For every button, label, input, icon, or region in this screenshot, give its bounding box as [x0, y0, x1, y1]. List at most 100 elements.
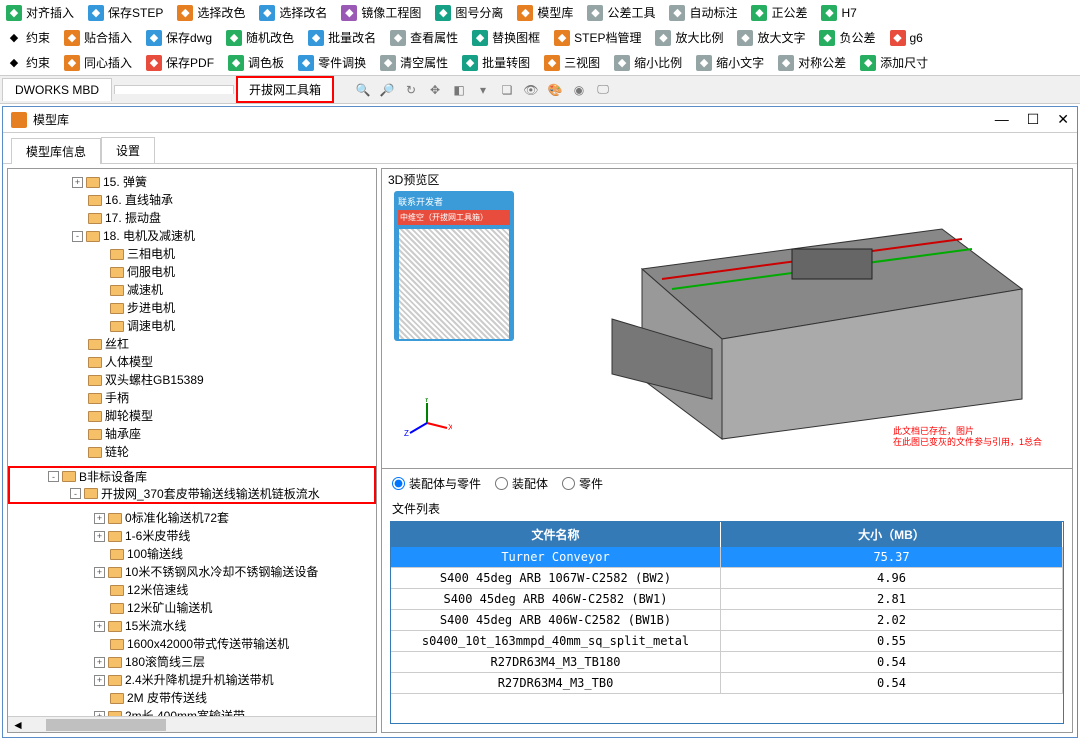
- tree-item[interactable]: 三相电机: [12, 245, 376, 263]
- ribbon-负公差[interactable]: ◆负公差: [813, 27, 881, 48]
- tab-blank[interactable]: [114, 85, 234, 94]
- tree-item[interactable]: 脚轮模型: [12, 407, 376, 425]
- ribbon-选择改色[interactable]: ◆选择改色: [171, 2, 251, 23]
- ribbon-替换图框[interactable]: ◆替换图框: [466, 27, 546, 48]
- expand-icon[interactable]: +: [94, 567, 105, 578]
- ribbon-镜像工程图[interactable]: ◆镜像工程图: [335, 2, 427, 23]
- tree-item[interactable]: 链轮: [12, 443, 376, 461]
- tab-mbd[interactable]: DWORKS MBD: [2, 78, 112, 101]
- radio-parts[interactable]: 零件: [562, 475, 603, 492]
- table-row[interactable]: R27DR63M4_M3_TB1800.54: [391, 652, 1063, 673]
- ribbon-放大比例[interactable]: ◆放大比例: [649, 27, 729, 48]
- ribbon-选择改名[interactable]: ◆选择改名: [253, 2, 333, 23]
- ribbon-三视图[interactable]: ◆三视图: [538, 52, 606, 73]
- ribbon-约束[interactable]: ◆约束: [0, 27, 56, 48]
- tree-item[interactable]: 1600x42000带式传送带输送机: [12, 635, 376, 653]
- tree-item[interactable]: 伺服电机: [12, 263, 376, 281]
- expand-icon[interactable]: +: [94, 531, 105, 542]
- maximize-button[interactable]: ☐: [1027, 111, 1040, 128]
- pan-icon[interactable]: ✥: [426, 81, 444, 99]
- tree-item[interactable]: +180滚筒线三层: [12, 653, 376, 671]
- table-row[interactable]: s0400_10t_163mmpd_40mm_sq_split_metal0.5…: [391, 631, 1063, 652]
- tree-item[interactable]: +10米不锈钢风水冷却不锈钢输送设备: [12, 563, 376, 581]
- expand-icon[interactable]: +: [94, 621, 105, 632]
- ribbon-约束[interactable]: ◆约束: [0, 52, 56, 73]
- ribbon-保存dwg[interactable]: ◆保存dwg: [140, 27, 218, 48]
- expand-icon[interactable]: +: [94, 513, 105, 524]
- ribbon-贴合插入[interactable]: ◆贴合插入: [58, 27, 138, 48]
- expand-icon[interactable]: +: [94, 675, 105, 686]
- tree-item[interactable]: 16. 直线轴承: [12, 191, 376, 209]
- tree-item[interactable]: +1-6米皮带线: [12, 527, 376, 545]
- tree-item[interactable]: 丝杠: [12, 335, 376, 353]
- tree-item[interactable]: 减速机: [12, 281, 376, 299]
- tree-item[interactable]: 17. 振动盘: [12, 209, 376, 227]
- cube-icon[interactable]: ❏: [498, 81, 516, 99]
- expand-icon[interactable]: +: [94, 657, 105, 668]
- tree-item[interactable]: 调速电机: [12, 317, 376, 335]
- collapse-icon[interactable]: -: [70, 488, 81, 499]
- ribbon-自动标注[interactable]: ◆自动标注: [663, 2, 743, 23]
- tree-item[interactable]: +15. 弹簧: [12, 173, 376, 191]
- ribbon-保存PDF[interactable]: ◆保存PDF: [140, 52, 220, 73]
- tree-item[interactable]: 人体模型: [12, 353, 376, 371]
- tree-item[interactable]: 双头螺柱GB15389: [12, 371, 376, 389]
- ribbon-批量转图[interactable]: ◆批量转图: [456, 52, 536, 73]
- minimize-button[interactable]: —: [995, 111, 1009, 128]
- ribbon-查看属性[interactable]: ◆查看属性: [384, 27, 464, 48]
- tab-settings[interactable]: 设置: [101, 137, 155, 163]
- axis-gizmo-icon[interactable]: X Y Z: [402, 398, 452, 448]
- ribbon-缩小文字[interactable]: ◆缩小文字: [690, 52, 770, 73]
- eye-icon[interactable]: 👁: [522, 81, 540, 99]
- ribbon-随机改色[interactable]: ◆随机改色: [220, 27, 300, 48]
- tree-item[interactable]: 12米倍速线: [12, 581, 376, 599]
- close-button[interactable]: ✕: [1057, 111, 1069, 128]
- ribbon-正公差[interactable]: ◆正公差: [745, 2, 813, 23]
- table-row[interactable]: S400 45deg ARB 1067W-C2582 (BW2)4.96: [391, 568, 1063, 589]
- rotate-icon[interactable]: ↻: [402, 81, 420, 99]
- ribbon-同心插入[interactable]: ◆同心插入: [58, 52, 138, 73]
- ribbon-g6[interactable]: ◆g6: [884, 27, 929, 48]
- expand-icon[interactable]: -: [72, 231, 83, 242]
- tree-panel[interactable]: +15. 弹簧16. 直线轴承17. 振动盘-18. 电机及减速机三相电机伺服电…: [7, 168, 377, 733]
- ribbon-对称公差[interactable]: ◆对称公差: [772, 52, 852, 73]
- ribbon-添加尺寸[interactable]: ◆添加尺寸: [854, 52, 934, 73]
- tree-item[interactable]: 100输送线: [12, 545, 376, 563]
- horizontal-scrollbar[interactable]: ◄: [8, 716, 376, 732]
- tree-category-b[interactable]: - B非标设备库: [10, 468, 374, 485]
- radio-assembly[interactable]: 装配体: [495, 475, 548, 492]
- table-row[interactable]: Turner Conveyor75.37: [391, 547, 1063, 568]
- table-row[interactable]: S400 45deg ARB 406W-C2582 (BW1B)2.02: [391, 610, 1063, 631]
- tree-item[interactable]: +15米流水线: [12, 617, 376, 635]
- model-3d-preview[interactable]: [592, 189, 1052, 449]
- expand-icon[interactable]: +: [72, 177, 83, 188]
- tree-item[interactable]: +0标准化输送机72套: [12, 509, 376, 527]
- ribbon-图号分离[interactable]: ◆图号分离: [429, 2, 509, 23]
- appearance-icon[interactable]: 🎨: [546, 81, 564, 99]
- scene-icon[interactable]: ◉: [570, 81, 588, 99]
- tree-item[interactable]: 2M 皮带传送线: [12, 689, 376, 707]
- tree-item[interactable]: 步进电机: [12, 299, 376, 317]
- zoom-fit-icon[interactable]: 🔍: [354, 81, 372, 99]
- ribbon-放大文字[interactable]: ◆放大文字: [731, 27, 811, 48]
- radio-assembly-parts[interactable]: 装配体与零件: [392, 475, 481, 492]
- screen-icon[interactable]: 🖵: [594, 81, 612, 99]
- ribbon-清空属性[interactable]: ◆清空属性: [374, 52, 454, 73]
- tree-selected-item[interactable]: - 开拔网_370套皮带输送线输送机链板流水: [10, 485, 374, 502]
- ribbon-保存STEP[interactable]: ◆保存STEP: [82, 2, 169, 23]
- tab-library-info[interactable]: 模型库信息: [11, 138, 101, 164]
- ribbon-对齐插入[interactable]: ◆对齐插入: [0, 2, 80, 23]
- tab-toolbox[interactable]: 开拔网工具箱: [236, 76, 334, 103]
- zoom-area-icon[interactable]: 🔎: [378, 81, 396, 99]
- tree-item[interactable]: 轴承座: [12, 425, 376, 443]
- table-row[interactable]: S400 45deg ARB 406W-C2582 (BW1)2.81: [391, 589, 1063, 610]
- ribbon-缩小比例[interactable]: ◆缩小比例: [608, 52, 688, 73]
- ribbon-STEP档管理[interactable]: ◆STEP档管理: [548, 27, 647, 48]
- tree-item[interactable]: +2.4米升降机提升机输送带机: [12, 671, 376, 689]
- ribbon-公差工具[interactable]: ◆公差工具: [581, 2, 661, 23]
- ribbon-H7[interactable]: ◆H7: [815, 2, 862, 23]
- tree-item[interactable]: 12米矿山输送机: [12, 599, 376, 617]
- display-icon[interactable]: ▾: [474, 81, 492, 99]
- table-row[interactable]: R27DR63M4_M3_TB00.54: [391, 673, 1063, 694]
- ribbon-批量改名[interactable]: ◆批量改名: [302, 27, 382, 48]
